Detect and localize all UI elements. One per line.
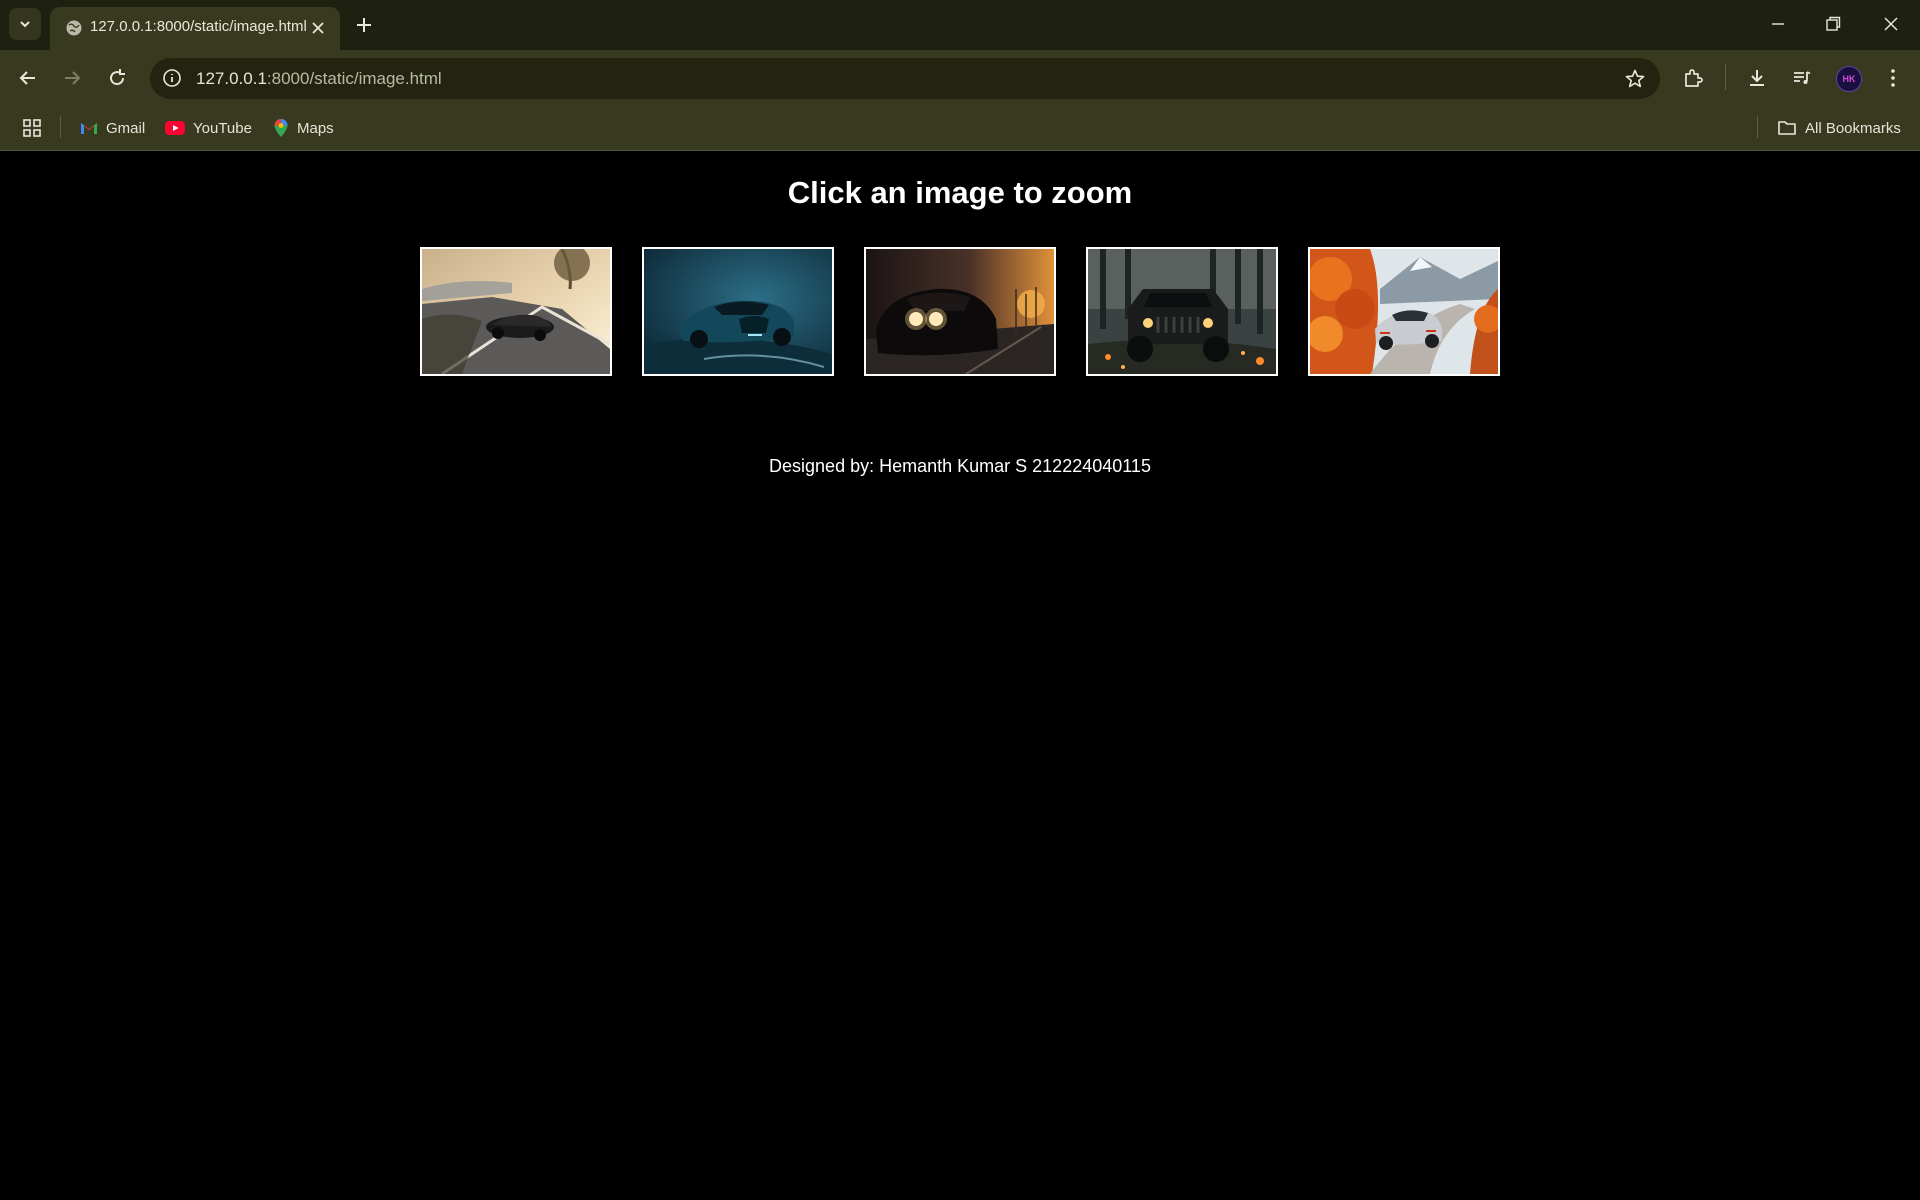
reload-icon[interactable] [105,66,129,90]
address-bar[interactable]: 127.0.0.1:8000/static/image.html [150,58,1660,99]
url-text[interactable]: 127.0.0.1:8000/static/image.html [196,69,442,89]
bookmark-star-icon[interactable] [1624,68,1646,90]
forward-icon[interactable] [60,66,84,90]
menu-icon[interactable] [1881,66,1905,90]
all-bookmarks-button[interactable]: All Bookmarks [1777,117,1901,139]
bookmarks-divider [60,116,61,138]
active-tab[interactable]: 127.0.0.1:8000/static/image.html [50,7,340,50]
extensions-icon[interactable] [1681,66,1705,90]
download-icon[interactable] [1745,66,1769,90]
all-bookmarks-label: All Bookmarks [1805,119,1901,137]
page-heading: Click an image to zoom [787,175,1133,210]
image-gallery [420,247,1500,376]
footer-credit: Designed by: Hemanth Kumar S 21222404011… [769,456,1151,476]
bookmarks-divider [1757,116,1758,138]
maps-icon [274,119,288,137]
profile-avatar[interactable]: HK [1836,66,1862,92]
minimize-icon[interactable] [1768,14,1788,34]
tab-search-button[interactable] [9,8,41,40]
bookmarks-bar: Gmail YouTube Maps All Bookmarks [0,106,1920,151]
globe-icon [66,20,82,36]
site-info-icon[interactable] [162,68,182,88]
gallery-image-jeep[interactable] [1086,247,1278,376]
apps-grid-icon[interactable] [21,117,43,139]
gallery-image-muscle-car[interactable] [864,247,1056,376]
page-content: Click an image to zoom Designed by: Hema… [0,151,1920,1200]
url-path: :8000/static/image.html [266,69,442,88]
bookmark-label: YouTube [193,119,252,137]
close-tab-icon[interactable] [308,18,328,38]
jeep-forest-image [1088,249,1276,374]
new-tab-icon[interactable] [352,13,376,37]
toolbar: 127.0.0.1:8000/static/image.html [0,50,1920,106]
back-icon[interactable] [16,66,40,90]
bookmark-label: Gmail [106,119,146,137]
toolbar-divider [1725,64,1726,90]
restore-icon[interactable] [1823,14,1843,34]
tab-strip: 127.0.0.1:8000/static/image.html [0,0,1920,50]
bookmark-youtube[interactable]: YouTube [165,117,252,139]
bookmark-gmail[interactable]: Gmail [80,117,145,139]
youtube-icon [165,121,185,135]
gallery-image-convertible[interactable] [420,247,612,376]
gmail-icon [81,123,97,134]
bookmark-maps[interactable]: Maps [273,117,334,139]
convertible-car-image [422,249,610,374]
muscle-car-image [866,249,1054,374]
close-window-icon[interactable] [1881,14,1901,34]
autumn-sportscar-image [1310,249,1498,374]
chevron-down-icon [20,21,30,28]
bookmark-label: Maps [297,119,334,137]
url-host: 127.0.0.1 [196,69,267,88]
gallery-image-sportscar[interactable] [1308,247,1500,376]
gallery-image-hypercar[interactable] [642,247,834,376]
hypercar-image [644,249,832,374]
folder-icon [1778,121,1796,135]
media-control-icon[interactable] [1790,66,1814,90]
